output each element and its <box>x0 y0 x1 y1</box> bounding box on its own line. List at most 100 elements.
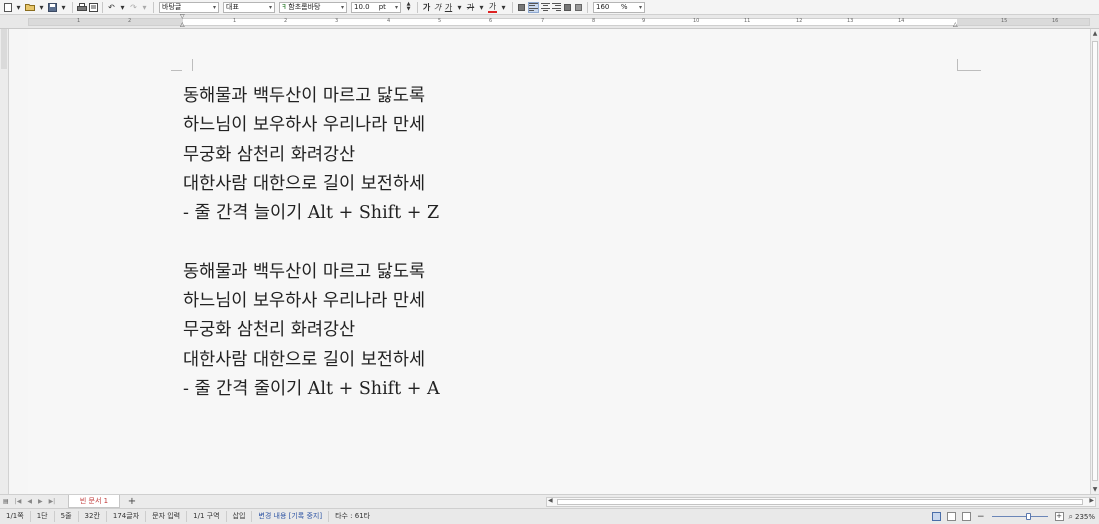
font-color-button[interactable]: 가 <box>488 2 497 13</box>
document-page[interactable]: 동해물과 백두산이 마르고 닳도록 하느님이 보우하사 우리나라 만세 무궁화 … <box>28 29 1090 494</box>
font-color-dropdown-icon[interactable]: ▾ <box>499 2 508 13</box>
scroll-up-icon[interactable]: ▲ <box>1091 29 1099 38</box>
tab-menu-icon[interactable]: ▤ <box>3 498 9 505</box>
scroll-left-icon[interactable]: ◀ <box>548 497 553 504</box>
zoom-select[interactable]: 160 % ▾ <box>593 1 645 13</box>
align-right-icon[interactable] <box>552 2 561 13</box>
vertical-ruler[interactable] <box>0 29 9 494</box>
redo-icon[interactable]: ↷ <box>129 2 138 13</box>
strikethrough-button[interactable]: 가 <box>466 2 475 13</box>
align-distribute-icon[interactable] <box>563 2 572 13</box>
text-line[interactable]: 대한사람 대한으로 길이 보전하세 <box>183 170 440 199</box>
bold-button[interactable]: 가 <box>422 2 431 13</box>
save-icon[interactable] <box>48 2 57 13</box>
font-size-unit: pt <box>378 3 386 11</box>
text-line[interactable]: 하느님이 보우하사 우리나라 만세 <box>183 111 440 140</box>
text-line[interactable]: - 줄 간격 늘이기 Alt + Shift + Z <box>183 199 440 228</box>
status-zoom-value[interactable]: 235% <box>1075 513 1095 521</box>
style-select[interactable]: 바탕글 ▾ <box>159 1 219 13</box>
print-icon[interactable] <box>77 2 87 13</box>
chevron-down-icon: ▾ <box>394 3 398 11</box>
align-center-icon[interactable] <box>541 2 550 13</box>
font-language-select[interactable]: 대표 ▾ <box>223 1 275 13</box>
ruler-scale: 1 2 1 2 3 4 5 6 7 8 9 10 11 12 13 14 15 … <box>28 18 1090 26</box>
ruler-number: 2 <box>284 18 288 24</box>
status-region: 1/1 구역 <box>187 511 227 522</box>
status-input-mode[interactable]: 문자 입력 <box>146 511 188 522</box>
ruler-number: 1 <box>233 18 237 24</box>
page-view-icon[interactable] <box>931 512 941 521</box>
status-page[interactable]: 1/1쪽 <box>0 511 31 522</box>
undo-icon[interactable]: ↶ <box>107 2 116 13</box>
text-line[interactable]: 무궁화 삼천리 화려강산 <box>183 141 440 170</box>
redo-dropdown-icon[interactable]: ▾ <box>140 2 149 13</box>
font-type-icon: ꟻ <box>282 3 287 11</box>
draft-view-icon[interactable] <box>961 512 971 521</box>
left-indent-marker[interactable]: △ <box>180 21 185 28</box>
scroll-down-icon[interactable]: ▼ <box>1091 485 1099 494</box>
scroll-right-icon[interactable]: ▶ <box>1089 497 1094 504</box>
page-margin-corner-mark <box>957 70 981 71</box>
first-tab-icon[interactable]: |◀ <box>15 498 22 505</box>
tab-document-1[interactable]: 빈 문서 1 <box>68 495 120 508</box>
text-line[interactable]: 대한사람 대한으로 길이 보전하세 <box>183 346 440 375</box>
zoom-slider-knob[interactable] <box>1025 513 1031 520</box>
open-folder-icon[interactable] <box>25 2 35 13</box>
underline-button[interactable]: 가 <box>444 2 453 13</box>
vertical-scrollbar[interactable]: ▲ ▼ <box>1090 29 1099 494</box>
align-justify-icon[interactable] <box>517 2 526 13</box>
undo-dropdown-icon[interactable]: ▾ <box>118 2 127 13</box>
zoom-in-icon[interactable]: + <box>1054 512 1064 521</box>
italic-button[interactable]: 가 <box>433 2 442 13</box>
text-line[interactable]: 하느님이 보우하사 우리나라 만세 <box>183 287 440 316</box>
print-preview-icon[interactable] <box>89 2 98 13</box>
first-line-indent-marker[interactable]: ▽ <box>180 13 185 20</box>
zoom-slider[interactable] <box>991 512 1048 521</box>
next-tab-icon[interactable]: ▶ <box>38 498 43 505</box>
zoom-out-icon[interactable]: − <box>977 512 985 522</box>
text-line[interactable]: 동해물과 백두산이 마르고 닳도록 <box>183 82 440 111</box>
prev-tab-icon[interactable]: ◀ <box>27 498 32 505</box>
text-line[interactable]: - 줄 간격 줄이기 Alt + Shift + A <box>183 375 440 404</box>
horizontal-ruler[interactable]: 1 2 1 2 3 4 5 6 7 8 9 10 11 12 13 14 15 … <box>0 13 1099 29</box>
add-tab-button[interactable]: + <box>125 496 139 507</box>
ruler-number: 2 <box>128 18 132 24</box>
font-name-select[interactable]: ꟻ 함초롬바탕 ▾ <box>279 1 347 13</box>
right-indent-marker[interactable]: △ <box>953 21 958 28</box>
chevron-down-icon: ▾ <box>638 3 642 11</box>
ruler-number: 1 <box>77 18 81 24</box>
status-line: 5줄 <box>55 511 79 522</box>
status-insert-mode[interactable]: 삽입 <box>227 511 253 522</box>
new-document-dropdown-icon[interactable]: ▾ <box>14 2 23 13</box>
align-split-icon[interactable] <box>574 2 583 13</box>
font-size-input[interactable]: 10.0 pt ▾ <box>351 1 401 13</box>
ruler-number: 12 <box>796 18 803 24</box>
horizontal-scrollbar[interactable]: ◀ ▶ <box>546 497 1096 507</box>
full-screen-view-icon[interactable] <box>946 512 956 521</box>
horizontal-scroll-thumb[interactable] <box>557 499 1083 505</box>
status-section: 1단 <box>31 511 55 522</box>
font-size-spinner-icon[interactable]: ▲ ▼ <box>404 2 413 13</box>
strikethrough-dropdown-icon[interactable]: ▾ <box>477 2 486 13</box>
new-document-icon[interactable] <box>3 2 12 13</box>
empty-line[interactable] <box>183 228 440 257</box>
last-tab-icon[interactable]: ▶| <box>49 498 56 505</box>
status-bar: 1/1쪽 1단 5줄 32칸 174글자 문자 입력 1/1 구역 삽입 변경 … <box>0 508 1099 524</box>
status-track-changes[interactable]: 변경 내용 [기록 중지] <box>252 511 330 522</box>
document-canvas[interactable]: 동해물과 백두산이 마르고 닳도록 하느님이 보우하사 우리나라 만세 무궁화 … <box>9 29 1090 494</box>
text-line[interactable]: 무궁화 삼천리 화려강산 <box>183 316 440 345</box>
text-line[interactable]: 동해물과 백두산이 마르고 닳도록 <box>183 258 440 287</box>
ruler-right-margin <box>957 19 1089 25</box>
zoom-magnifier-icon[interactable]: ⌕ <box>1069 512 1073 522</box>
ruler-left-margin <box>29 19 183 25</box>
tab-label: 빈 문서 1 <box>79 497 109 505</box>
underline-dropdown-icon[interactable]: ▾ <box>455 2 464 13</box>
save-dropdown-icon[interactable]: ▾ <box>59 2 68 13</box>
align-left-icon[interactable] <box>528 1 539 13</box>
open-dropdown-icon[interactable]: ▾ <box>37 2 46 13</box>
ruler-number: 5 <box>438 18 442 24</box>
page-margin-corner-mark <box>182 59 193 71</box>
status-typing-speed: 타수 : 61타 <box>335 512 371 520</box>
document-body-text[interactable]: 동해물과 백두산이 마르고 닳도록 하느님이 보우하사 우리나라 만세 무궁화 … <box>183 82 440 404</box>
vertical-scroll-thumb[interactable] <box>1092 41 1098 481</box>
